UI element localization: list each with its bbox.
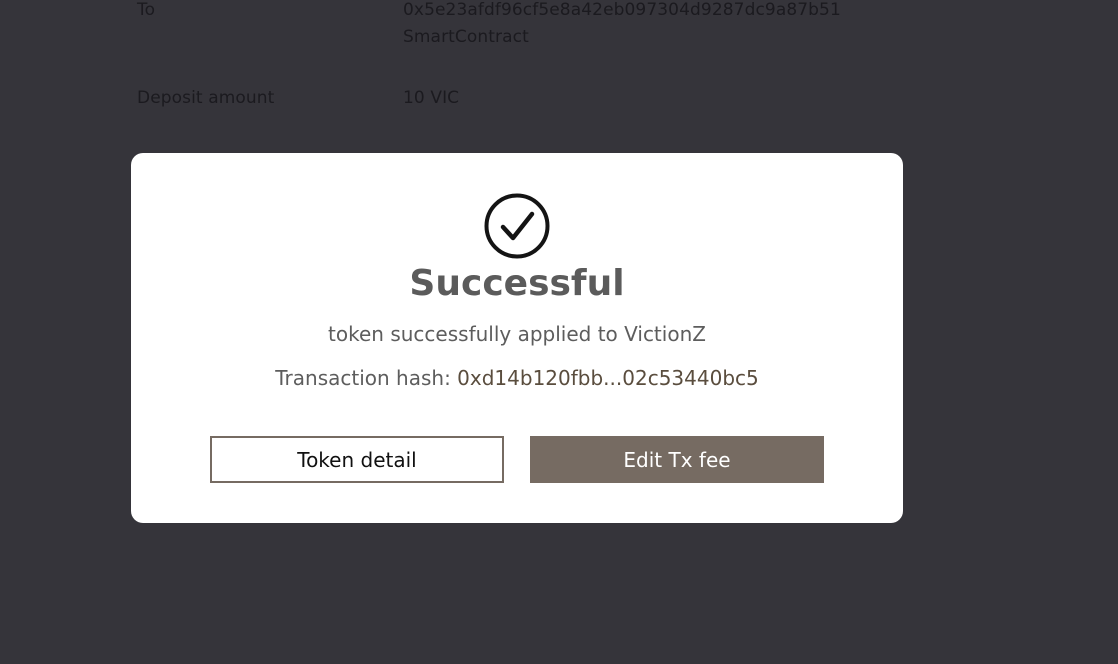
to-label: To xyxy=(137,0,156,20)
token-detail-button[interactable]: Token detail xyxy=(210,436,504,483)
deposit-value: 10 VIC xyxy=(403,88,460,108)
to-address: 0x5e23afdf96cf5e8a42eb097304d9287dc9a87b… xyxy=(403,0,841,20)
check-circle-icon xyxy=(484,193,550,259)
transaction-hash-label: Transaction hash: xyxy=(275,366,451,390)
to-type: SmartContract xyxy=(403,27,529,47)
modal-title: Successful xyxy=(409,263,625,304)
transaction-hash-value[interactable]: 0xd14b120fbb...02c53440bc5 xyxy=(457,366,759,390)
edit-tx-fee-button[interactable]: Edit Tx fee xyxy=(530,436,824,483)
deposit-label: Deposit amount xyxy=(137,88,275,108)
transaction-hash: Transaction hash: 0xd14b120fbb...02c5344… xyxy=(131,366,903,390)
success-modal: Successful token successfully applied to… xyxy=(131,153,903,523)
modal-message: token successfully applied to VictionZ xyxy=(328,322,706,346)
